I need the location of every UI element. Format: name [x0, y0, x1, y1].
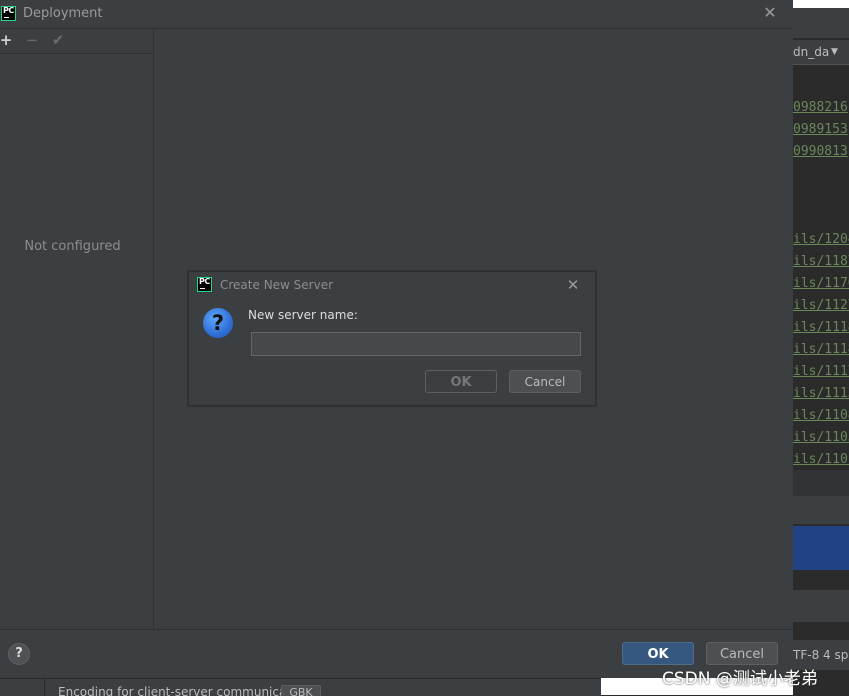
close-icon[interactable]: ✕	[761, 4, 779, 22]
code-line: ils/1101	[793, 452, 849, 467]
add-server-icon[interactable]: +	[0, 31, 14, 49]
code-line: ils/1176	[793, 276, 849, 291]
editor-tab-bar	[793, 8, 849, 38]
pycharm-logo-icon: PC	[1, 6, 16, 21]
chevron-down-icon: ▼	[831, 47, 838, 57]
create-cancel-button[interactable]: Cancel	[509, 370, 581, 393]
code-line: ils/1204	[793, 232, 849, 247]
close-icon[interactable]: ✕	[564, 276, 582, 294]
encoding-label: Encoding for client-server communication…	[58, 685, 314, 696]
server-list-panel: + − ✔ Not configured	[0, 29, 154, 629]
editor-toolbar	[793, 590, 849, 622]
toolbar-divider	[0, 53, 153, 54]
create-server-title: Create New Server	[220, 278, 334, 292]
code-line: 0990813	[793, 144, 848, 159]
create-server-dialog: PC Create New Server ✕ ? New server name…	[188, 271, 596, 406]
code-line: ils/1118	[793, 342, 849, 357]
editor-top-strip	[793, 0, 849, 8]
server-name-label: New server name:	[248, 308, 358, 322]
empty-state-text: Not configured	[24, 239, 121, 254]
status-text: TF-8 4 sp	[793, 648, 849, 662]
encoding-button[interactable]: GBK	[281, 685, 321, 696]
editor-panel-header	[793, 496, 849, 524]
background-editor: dn_da ▼ 0988216 0989153 0990813 ils/1204 ils…	[793, 0, 849, 695]
code-line: 0988216	[793, 100, 848, 115]
code-line: ils/1117	[793, 364, 849, 379]
remove-server-icon[interactable]: −	[24, 31, 40, 49]
checkmark-icon[interactable]: ✔	[50, 31, 66, 49]
watermark-text: CSDN @测试小老弟	[662, 669, 818, 689]
settings-strip: Encoding for client-server communication…	[0, 678, 601, 696]
question-icon: ?	[203, 308, 233, 338]
code-line: 0989153	[793, 122, 848, 137]
dialog-title: Deployment	[23, 6, 103, 21]
branch-selector[interactable]: dn_da ▼	[793, 40, 849, 65]
branch-label: dn_da	[793, 45, 830, 59]
cancel-button[interactable]: Cancel	[706, 642, 778, 665]
dialog-title-bar[interactable]: PC Deployment ✕	[0, 0, 793, 29]
code-line: ils/1118	[793, 320, 849, 335]
code-line: ils/1113	[793, 386, 849, 401]
editor-selection	[793, 526, 849, 570]
code-line: ils/1108	[793, 408, 849, 423]
code-line: ils/1103	[793, 430, 849, 445]
code-line: ils/1187	[793, 254, 849, 269]
strip-divider	[44, 679, 45, 696]
code-line: ils/1127	[793, 298, 849, 313]
server-name-input[interactable]	[251, 332, 581, 356]
pycharm-logo-icon: PC	[197, 277, 212, 292]
ok-button[interactable]: OK	[622, 642, 694, 665]
create-ok-button[interactable]: OK	[425, 370, 497, 393]
editor-panel-bar	[793, 470, 849, 496]
help-icon[interactable]: ?	[8, 643, 30, 665]
